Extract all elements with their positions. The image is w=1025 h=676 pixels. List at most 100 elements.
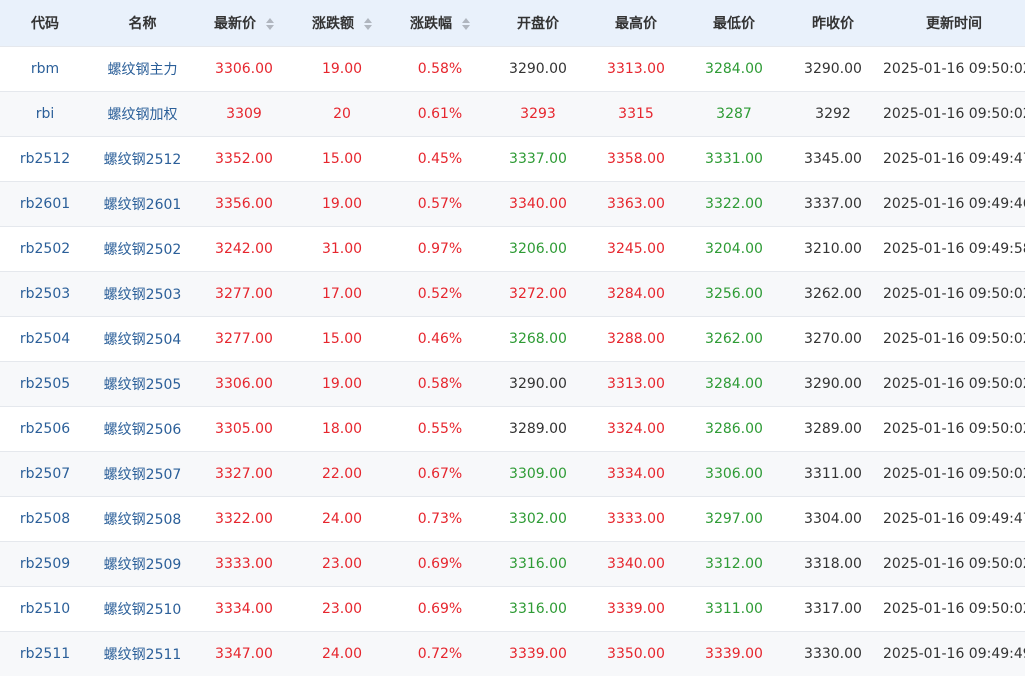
prev-close-cell: 3318.00 bbox=[804, 555, 862, 572]
table-row[interactable]: rb2503 螺纹钢2503 3277.00 17.00 0.52% 3272.00 328… bbox=[0, 271, 1025, 316]
name-cell: 螺纹钢2508 bbox=[90, 496, 195, 541]
contract-code-link[interactable]: rb2505 bbox=[20, 376, 70, 392]
sort-descending-icon[interactable] bbox=[462, 24, 470, 30]
contract-name-link[interactable]: 螺纹钢2512 bbox=[104, 152, 182, 168]
contract-name-link[interactable]: 螺纹钢加权 bbox=[108, 107, 178, 123]
contract-name-link[interactable]: 螺纹钢2508 bbox=[104, 512, 182, 528]
table-row[interactable]: rb2512 螺纹钢2512 3352.00 15.00 0.45% 3337.00 335… bbox=[0, 136, 1025, 181]
code-cell: rb2507 bbox=[0, 451, 90, 496]
sort-descending-icon[interactable] bbox=[266, 24, 274, 30]
low-price-cell: 3312.00 bbox=[705, 555, 763, 572]
contract-code-link[interactable]: rb2507 bbox=[20, 466, 70, 482]
table-row[interactable]: rb2502 螺纹钢2502 3242.00 31.00 0.97% 3206.00 324… bbox=[0, 226, 1025, 271]
table-row[interactable]: rb2510 螺纹钢2510 3334.00 23.00 0.69% 3316.00 333… bbox=[0, 586, 1025, 631]
last-price-cell: 3334.00 bbox=[215, 600, 273, 617]
change-amount-cell: 22.00 bbox=[321, 465, 363, 482]
header-label: 更新时间 bbox=[926, 15, 982, 32]
contract-code-link[interactable]: rbm bbox=[31, 61, 59, 77]
header-row: 代码 名称 最新价 涨跌额 涨跌幅 开盘价 最高价 最低价 昨收价 更新时间 bbox=[0, 0, 1025, 46]
update-time-cell: 2025-01-16 09:49:47 bbox=[883, 510, 1025, 527]
high-price-cell: 3288.00 bbox=[607, 330, 665, 347]
change-percent-cell: 0.73% bbox=[417, 510, 463, 527]
open-price-cell: 3272.00 bbox=[509, 285, 567, 302]
table-row[interactable]: rb2507 螺纹钢2507 3327.00 22.00 0.67% 3309.00 333… bbox=[0, 451, 1025, 496]
change-amount-cell: 24.00 bbox=[321, 645, 363, 662]
table-row[interactable]: rb2504 螺纹钢2504 3277.00 15.00 0.46% 3268.00 328… bbox=[0, 316, 1025, 361]
prev-close-cell: 3290.00 bbox=[804, 60, 862, 77]
contract-name-link[interactable]: 螺纹钢2511 bbox=[104, 647, 182, 663]
table-row[interactable]: rb2505 螺纹钢2505 3306.00 19.00 0.58% 3290.00 331… bbox=[0, 361, 1025, 406]
contract-code-link[interactable]: rb2511 bbox=[20, 646, 70, 662]
low-price-cell: 3306.00 bbox=[705, 465, 763, 482]
open-price-cell: 3289.00 bbox=[509, 420, 567, 437]
low-price-cell: 3287 bbox=[716, 105, 752, 122]
change-percent-cell: 0.58% bbox=[417, 60, 463, 77]
contract-code-link[interactable]: rb2509 bbox=[20, 556, 70, 572]
contract-code-link[interactable]: rb2506 bbox=[20, 421, 70, 437]
table-row[interactable]: rb2506 螺纹钢2506 3305.00 18.00 0.55% 3289.00 332… bbox=[0, 406, 1025, 451]
change-amount-cell: 24.00 bbox=[321, 510, 363, 527]
contract-name-link[interactable]: 螺纹钢主力 bbox=[108, 62, 178, 78]
name-cell: 螺纹钢2512 bbox=[90, 136, 195, 181]
high-price-cell: 3313.00 bbox=[607, 60, 665, 77]
contract-code-link[interactable]: rb2504 bbox=[20, 331, 70, 347]
contract-name-link[interactable]: 螺纹钢2502 bbox=[104, 242, 182, 258]
contract-name-link[interactable]: 螺纹钢2503 bbox=[104, 287, 182, 303]
contract-name-link[interactable]: 螺纹钢2507 bbox=[104, 467, 182, 483]
sort-ascending-icon[interactable] bbox=[462, 17, 470, 23]
code-cell: rbi bbox=[0, 91, 90, 136]
low-price-cell: 3311.00 bbox=[705, 600, 763, 617]
change-percent-cell: 0.69% bbox=[417, 555, 463, 572]
table-row[interactable]: rb2511 螺纹钢2511 3347.00 24.00 0.72% 3339.00 335… bbox=[0, 631, 1025, 676]
table-row[interactable]: rbm 螺纹钢主力 3306.00 19.00 0.58% 3290.00 3313.00 3… bbox=[0, 46, 1025, 91]
table-row[interactable]: rb2508 螺纹钢2508 3322.00 24.00 0.73% 3302.00 333… bbox=[0, 496, 1025, 541]
open-price-cell: 3339.00 bbox=[509, 645, 567, 662]
contract-name-link[interactable]: 螺纹钢2506 bbox=[104, 422, 182, 438]
contract-code-link[interactable]: rb2508 bbox=[20, 511, 70, 527]
sort-ascending-icon[interactable] bbox=[266, 17, 274, 23]
table-body: rbm 螺纹钢主力 3306.00 19.00 0.58% 3290.00 3313.00 3… bbox=[0, 46, 1025, 676]
sort-icon[interactable] bbox=[364, 17, 372, 30]
contract-name-link[interactable]: 螺纹钢2510 bbox=[104, 602, 182, 618]
sort-ascending-icon[interactable] bbox=[364, 17, 372, 23]
header-label: 开盘价 bbox=[517, 15, 559, 32]
change-amount-cell: 19.00 bbox=[321, 375, 363, 392]
sort-descending-icon[interactable] bbox=[364, 24, 372, 30]
contract-name-link[interactable]: 螺纹钢2601 bbox=[104, 197, 182, 213]
contract-code-link[interactable]: rb2502 bbox=[20, 241, 70, 257]
change-percent-cell: 0.72% bbox=[417, 645, 463, 662]
contract-code-link[interactable]: rb2512 bbox=[20, 151, 70, 167]
high-price-cell: 3315 bbox=[618, 105, 654, 122]
contract-code-link[interactable]: rb2510 bbox=[20, 601, 70, 617]
sort-icon[interactable] bbox=[462, 17, 470, 30]
sort-icon[interactable] bbox=[266, 17, 274, 30]
low-price-cell: 3204.00 bbox=[705, 240, 763, 257]
low-price-cell: 3262.00 bbox=[705, 330, 763, 347]
contract-name-link[interactable]: 螺纹钢2509 bbox=[104, 557, 182, 573]
open-price-cell: 3268.00 bbox=[509, 330, 567, 347]
table-row[interactable]: rb2601 螺纹钢2601 3356.00 19.00 0.57% 3340.00 336… bbox=[0, 181, 1025, 226]
table-row[interactable]: rb2509 螺纹钢2509 3333.00 23.00 0.69% 3316.00 334… bbox=[0, 541, 1025, 586]
table-row[interactable]: rbi 螺纹钢加权 3309 20 0.61% 3293 3315 3287 3292 2025-… bbox=[0, 91, 1025, 136]
code-cell: rb2504 bbox=[0, 316, 90, 361]
change-amount-cell: 23.00 bbox=[321, 600, 363, 617]
change-amount-cell: 17.00 bbox=[321, 285, 363, 302]
prev-close-cell: 3311.00 bbox=[804, 465, 862, 482]
header-last-price[interactable]: 最新价 bbox=[195, 0, 293, 46]
prev-close-cell: 3292 bbox=[815, 105, 851, 122]
change-percent-cell: 0.57% bbox=[417, 195, 463, 212]
name-cell: 螺纹钢2505 bbox=[90, 361, 195, 406]
header-change-percent[interactable]: 涨跌幅 bbox=[391, 0, 489, 46]
contract-name-link[interactable]: 螺纹钢2504 bbox=[104, 332, 182, 348]
last-price-cell: 3305.00 bbox=[215, 420, 273, 437]
header-label: 代码 bbox=[31, 15, 59, 32]
contract-code-link[interactable]: rbi bbox=[36, 106, 55, 122]
prev-close-cell: 3289.00 bbox=[804, 420, 862, 437]
high-price-cell: 3334.00 bbox=[607, 465, 665, 482]
contract-code-link[interactable]: rb2601 bbox=[20, 196, 70, 212]
header-change-amount[interactable]: 涨跌额 bbox=[293, 0, 391, 46]
contract-code-link[interactable]: rb2503 bbox=[20, 286, 70, 302]
contract-name-link[interactable]: 螺纹钢2505 bbox=[104, 377, 182, 393]
prev-close-cell: 3317.00 bbox=[804, 600, 862, 617]
change-percent-cell: 0.52% bbox=[417, 285, 463, 302]
